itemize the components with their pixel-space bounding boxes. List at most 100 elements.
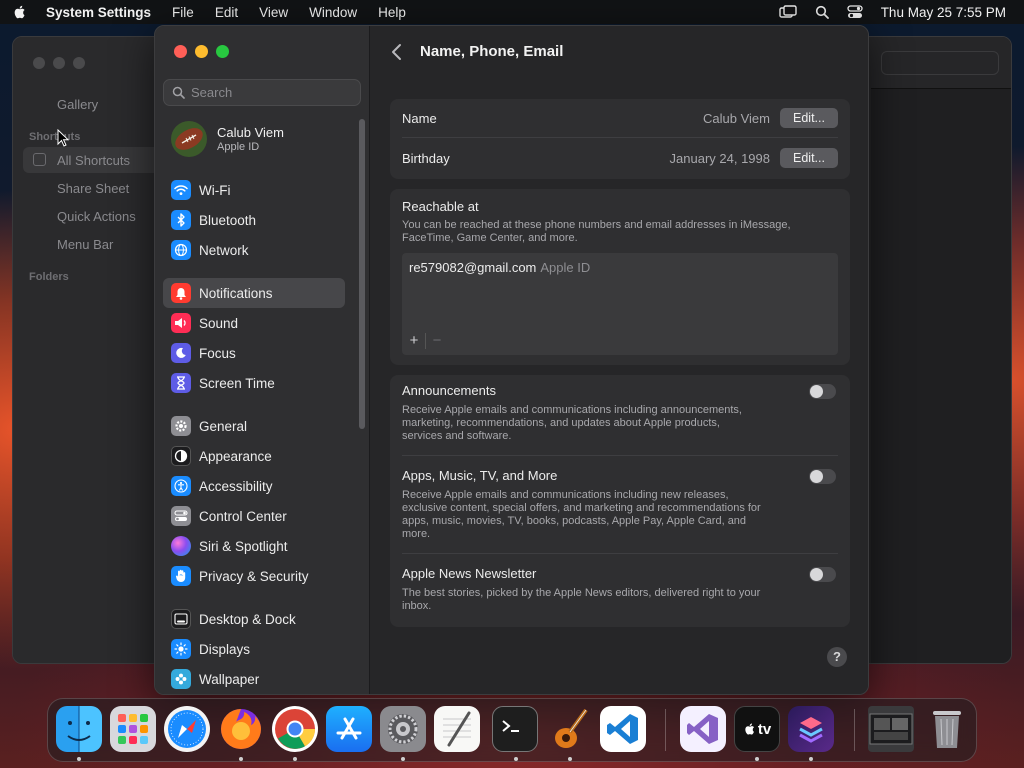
- birthday-row: Birthday January 24, 1998 Edit...: [390, 138, 850, 178]
- sidebar-item-desktop-dock[interactable]: Desktop & Dock: [163, 604, 345, 634]
- running-indicator: [293, 757, 297, 761]
- sidebar-item-notifications[interactable]: Notifications: [163, 278, 345, 308]
- shortcuts-all-shortcuts-item[interactable]: All Shortcuts: [23, 147, 163, 173]
- sidebar-item-appearance[interactable]: Appearance: [163, 441, 345, 471]
- sidebar-item-label: Control Center: [199, 508, 287, 524]
- menu-edit[interactable]: Edit: [215, 5, 238, 20]
- sidebar-item-wifi[interactable]: Wi-Fi: [163, 175, 345, 205]
- wifi-icon: [171, 180, 191, 200]
- finder-icon[interactable]: [56, 706, 102, 752]
- sidebar-item-focus[interactable]: Focus: [163, 338, 345, 368]
- vscode-icon[interactable]: [600, 706, 646, 752]
- menu-file[interactable]: File: [172, 5, 194, 20]
- menu-app-name[interactable]: System Settings: [46, 5, 151, 20]
- help-button[interactable]: ?: [827, 647, 847, 667]
- edit-name-button[interactable]: Edit...: [780, 108, 838, 128]
- menu-view[interactable]: View: [259, 5, 288, 20]
- firefox-icon[interactable]: [218, 706, 264, 752]
- sidebar-scrollbar[interactable]: [359, 119, 365, 429]
- remove-address-button[interactable]: −: [429, 333, 445, 349]
- list-item[interactable]: re579082@gmail.com Apple ID: [409, 260, 590, 275]
- sidebar-search[interactable]: [163, 79, 361, 106]
- menu-help[interactable]: Help: [378, 5, 406, 20]
- screen-mirroring-icon[interactable]: [778, 5, 797, 19]
- terminal-icon[interactable]: [492, 706, 538, 752]
- appearance-icon: [171, 446, 191, 466]
- sidebar-item-sound[interactable]: Sound: [163, 308, 345, 338]
- gear-icon: [171, 416, 191, 436]
- traffic-lights: [174, 45, 229, 58]
- sidebar-item-label: General: [199, 418, 248, 434]
- sidebar-item-accessibility[interactable]: Accessibility: [163, 471, 345, 501]
- shortcuts-share-sheet[interactable]: Share Sheet: [57, 181, 129, 196]
- sidebar-item-network[interactable]: Network: [163, 235, 345, 265]
- pref-news-title: Apple News Newsletter: [402, 566, 537, 581]
- sidebar-item-label: Focus: [199, 345, 236, 361]
- sidebar-item-bluetooth[interactable]: Bluetooth: [163, 205, 345, 235]
- launchpad-icon[interactable]: [110, 706, 156, 752]
- pref-announcements-title: Announcements: [402, 383, 496, 398]
- sidebar-item-wallpaper[interactable]: Wallpaper: [163, 664, 345, 694]
- close-window-button[interactable]: [174, 45, 187, 58]
- search-input[interactable]: [191, 85, 351, 100]
- sun-icon: [171, 639, 191, 659]
- sidebar-item-siri-spotlight[interactable]: Siri & Spotlight: [163, 531, 345, 561]
- shortcuts-right-pane: [871, 37, 1011, 663]
- back-chevron-icon[interactable]: [388, 42, 406, 62]
- communications-card: Announcements Receive Apple emails and c…: [390, 375, 850, 627]
- menu-clock[interactable]: Thu May 25 7:55 PM: [881, 5, 1006, 20]
- sidebar-item-general[interactable]: General: [163, 411, 345, 441]
- chrome-icon[interactable]: [272, 706, 318, 752]
- apple-news-toggle[interactable]: [809, 567, 836, 582]
- spotlight-search-icon[interactable]: [815, 5, 829, 19]
- zoom-window-button[interactable]: [216, 45, 229, 58]
- sidebar-item-label: Desktop & Dock: [199, 611, 296, 627]
- sidebar-item-label: Bluetooth: [199, 212, 257, 228]
- running-indicator: [809, 757, 813, 761]
- system-settings-icon[interactable]: [380, 706, 426, 752]
- apple-id-account[interactable]: Calub Viem Apple ID: [171, 119, 351, 159]
- reachable-card: Reachable at You can be reached at these…: [390, 189, 850, 365]
- name-value: Calub Viem: [703, 110, 770, 126]
- system-settings-window: Calub Viem Apple ID Wi-Fi Bluetooth Netw…: [154, 25, 869, 695]
- trash-icon[interactable]: [924, 706, 970, 752]
- apps-music-tv-toggle[interactable]: [809, 469, 836, 484]
- apple-logo-icon[interactable]: [12, 4, 28, 20]
- shortcuts-search-field[interactable]: [881, 51, 999, 75]
- sidebar-item-label: Network: [199, 242, 249, 258]
- dock-separator: [854, 709, 855, 751]
- dock-icon: [171, 609, 191, 629]
- sidebar-item-privacy-security[interactable]: Privacy & Security: [163, 561, 345, 591]
- downloads-stack-icon[interactable]: [868, 706, 914, 752]
- shortcuts-gallery[interactable]: Gallery: [57, 97, 98, 112]
- birthday-label: Birthday: [402, 150, 450, 166]
- safari-icon[interactable]: [164, 706, 210, 752]
- name-row: Name Calub Viem Edit...: [390, 99, 850, 137]
- minimize-window-button[interactable]: [195, 45, 208, 58]
- reachable-description: You can be reached at these phone number…: [402, 219, 791, 244]
- account-subtitle: Apple ID: [217, 141, 260, 153]
- edit-birthday-button[interactable]: Edit...: [780, 148, 838, 168]
- app-store-icon[interactable]: [326, 706, 372, 752]
- pref-announcements-desc: Receive Apple emails and communications …: [402, 404, 742, 442]
- sidebar-item-displays[interactable]: Displays: [163, 634, 345, 664]
- toggles-icon: [171, 506, 191, 526]
- sidebar-item-control-center[interactable]: Control Center: [163, 501, 345, 531]
- apple-tv-icon[interactable]: tv: [734, 706, 780, 752]
- menu-window[interactable]: Window: [309, 5, 357, 20]
- account-name: Calub Viem: [217, 125, 284, 140]
- control-center-icon[interactable]: [847, 5, 863, 19]
- visual-studio-icon[interactable]: [680, 706, 726, 752]
- announcements-toggle[interactable]: [809, 384, 836, 399]
- siri-icon: [171, 536, 191, 556]
- garageband-icon[interactable]: [546, 706, 592, 752]
- add-address-button[interactable]: +: [406, 333, 422, 349]
- shortcuts-sidebar: Gallery Shortcuts All Shortcuts Share Sh…: [13, 37, 163, 663]
- shortcuts-quick-actions[interactable]: Quick Actions: [57, 209, 136, 224]
- globe-icon: [171, 240, 191, 260]
- sidebar-item-label: Notifications: [199, 285, 273, 301]
- shortcuts-icon[interactable]: [788, 706, 834, 752]
- textedit-icon[interactable]: [434, 706, 480, 752]
- sidebar-item-screen-time[interactable]: Screen Time: [163, 368, 345, 398]
- shortcuts-menu-bar[interactable]: Menu Bar: [57, 237, 113, 252]
